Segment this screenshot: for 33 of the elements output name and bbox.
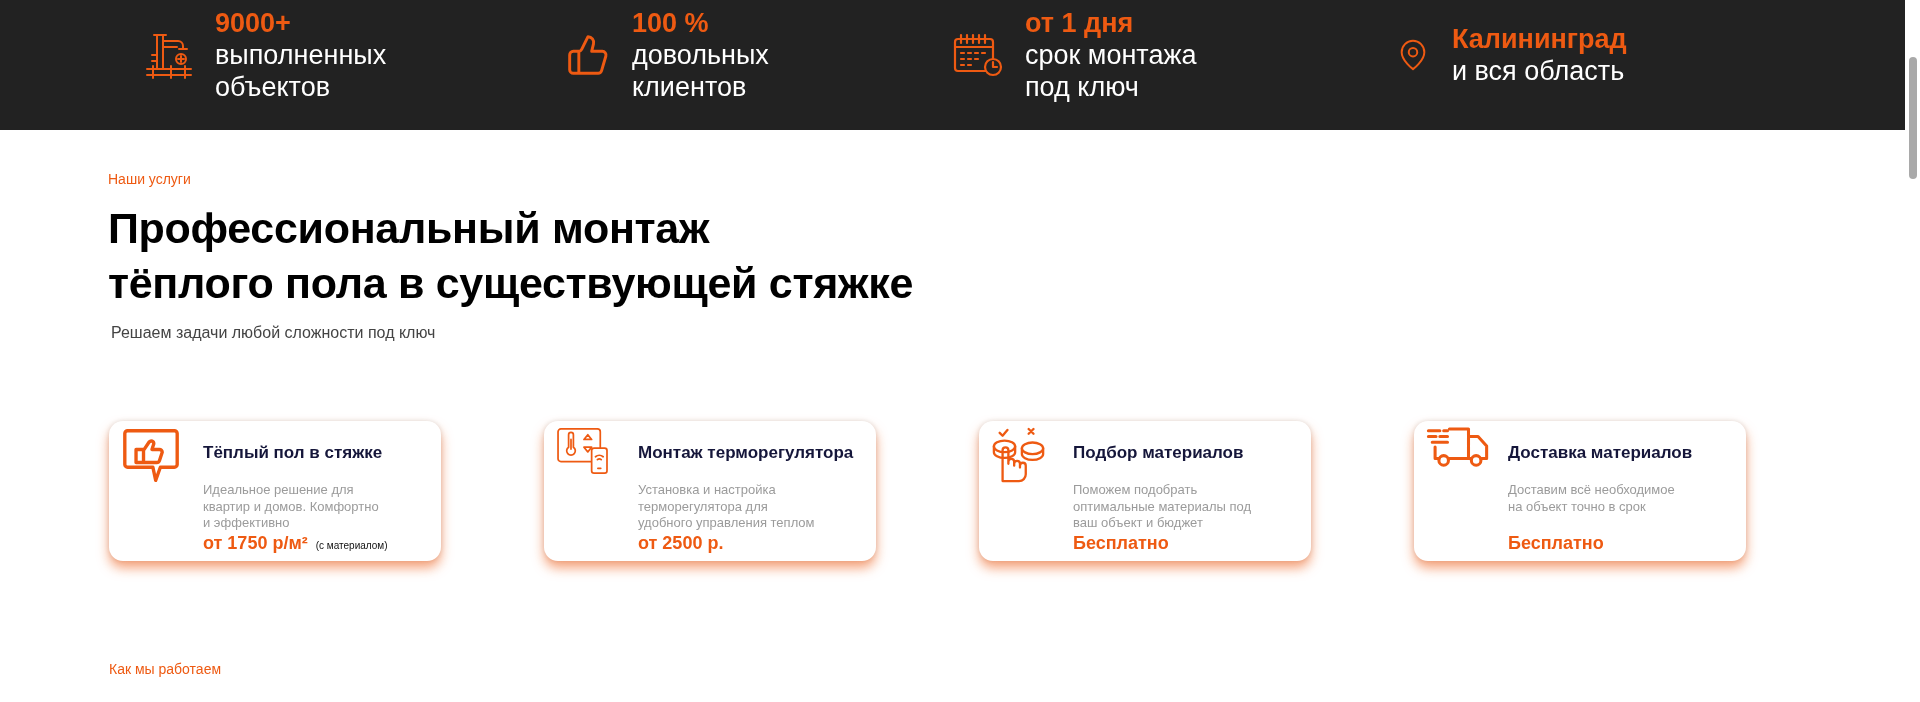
card-price: от 2500 р.	[638, 532, 724, 554]
card-title: Доставка материалов	[1508, 442, 1694, 464]
section-subtitle: Решаем задачи любой сложности под ключ	[111, 323, 436, 343]
card-price: от 1750 р/м²	[203, 532, 308, 554]
card-price: Бесплатно	[1073, 532, 1169, 554]
card-price: Бесплатно	[1508, 532, 1604, 554]
card-description: Поможем подобрать оптимальные материалы под ваш объект и бюджет	[1073, 482, 1253, 532]
thumbs-up-bubble-icon	[121, 427, 181, 485]
card-description: Доставим всё необходимое на объект точно в срок	[1508, 482, 1676, 515]
stat-value: Калининград	[1452, 23, 1627, 55]
stat-value: от 1 дня	[1025, 7, 1135, 39]
card-title: Тёплый пол в стяжке	[203, 442, 384, 464]
card-title: Подбор материалов	[1073, 442, 1245, 464]
card-title: Монтаж терморегулятора	[638, 442, 855, 464]
pipes-icon	[145, 31, 193, 79]
thumbs-up-icon	[566, 33, 610, 77]
section-label: Наши услуги	[108, 170, 191, 188]
thermostat-phone-icon	[556, 427, 610, 475]
truck-icon	[1426, 427, 1490, 469]
stat-value: 100 %	[632, 7, 710, 39]
card-description: Идеальное решение для квартир и домов. Комфортно и эффективно	[203, 482, 380, 532]
price-note: (с материалом)	[315, 540, 388, 551]
stat-value: 9000+	[215, 7, 292, 39]
stat-label: выполненных объектов	[215, 39, 387, 103]
section-label: Как мы работаем	[109, 660, 222, 678]
card-description: Установка и настройка терморегулятора для удобного управления теплом	[638, 482, 816, 532]
calendar-clock-icon	[953, 33, 1003, 77]
stat-label: и вся область	[1452, 55, 1626, 87]
stat-label: срок монтажа под ключ	[1025, 39, 1197, 103]
stat-label: довольных клиентов	[632, 39, 769, 103]
hand-coins-icon	[991, 427, 1047, 485]
section-heading: Профессиональный монтаж тёплого пола в существующей стяжке	[108, 203, 914, 309]
scrollbar-thumb[interactable]	[1909, 57, 1917, 179]
